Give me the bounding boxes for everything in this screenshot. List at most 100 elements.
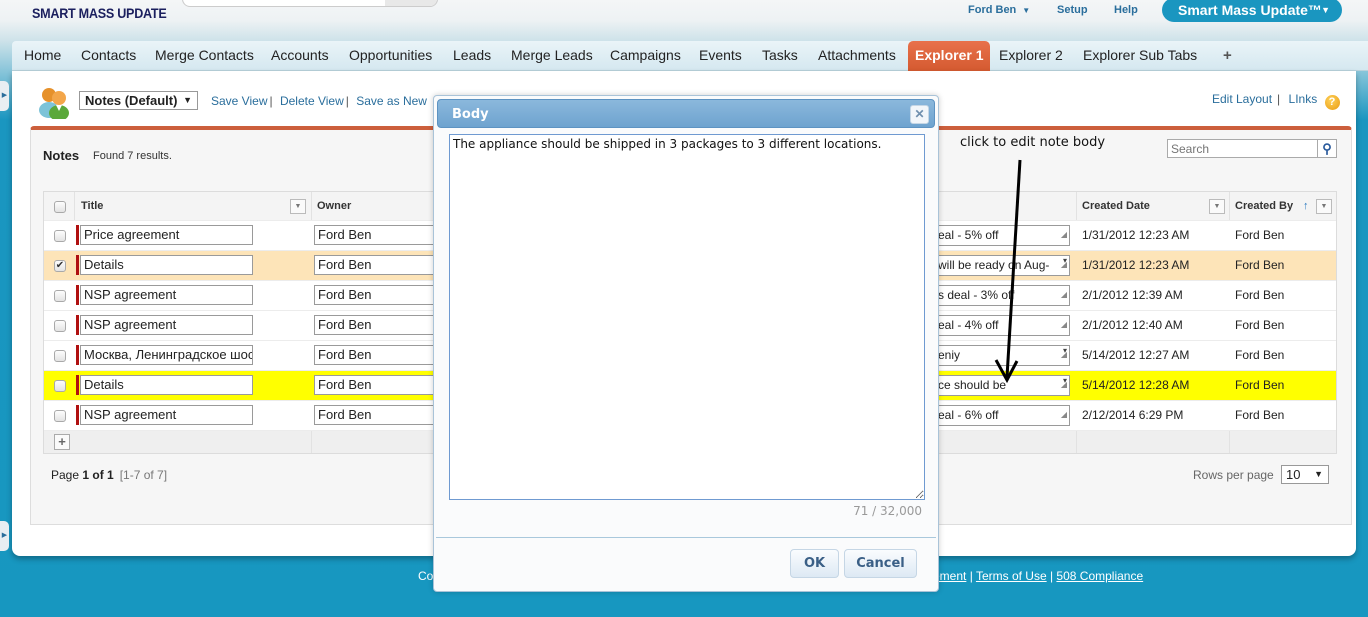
tab-leads[interactable]: Leads: [447, 41, 497, 71]
footer-link-terms[interactable]: Terms of Use: [976, 569, 1047, 583]
app-menu-button[interactable]: Smart Mass Update™ ▼: [1162, 0, 1342, 22]
sidebar-expand-handle[interactable]: ▶: [0, 81, 9, 111]
tab-attachments[interactable]: Attachments: [812, 41, 902, 71]
column-header-created-by[interactable]: Created By: [1235, 192, 1293, 221]
global-search-box[interactable]: [182, 0, 438, 7]
row-checkbox[interactable]: [54, 410, 66, 422]
body-textarea[interactable]: The appliance should be shipped in 3 pac…: [449, 134, 925, 500]
tab-explorer-1[interactable]: Explorer 1: [908, 41, 991, 71]
column-header-owner[interactable]: Owner: [317, 192, 351, 221]
tab-accounts[interactable]: Accounts: [265, 41, 335, 71]
title-field[interactable]: Details: [80, 255, 253, 275]
tab-explorer-2[interactable]: Explorer 2: [993, 41, 1069, 71]
chevron-right-icon: ▶: [1, 92, 8, 99]
tab-merge-leads[interactable]: Merge Leads: [505, 41, 599, 71]
links-link[interactable]: LInks: [1289, 92, 1318, 106]
body-field[interactable]: s deal - 3% off ◢: [938, 285, 1070, 306]
user-menu[interactable]: Ford Ben ▼: [968, 4, 1030, 16]
body-text: eal - 5% off: [938, 228, 999, 242]
title-field[interactable]: Details: [80, 375, 253, 395]
tab-explorer-sub-tabs[interactable]: Explorer Sub Tabs: [1077, 41, 1203, 71]
search-icon[interactable]: ⚲: [1317, 140, 1336, 157]
tab-tasks[interactable]: Tasks: [756, 41, 804, 71]
tab-merge-contacts[interactable]: Merge Contacts: [149, 41, 260, 71]
help-icon[interactable]: ?: [1324, 95, 1340, 110]
owner-field[interactable]: Ford Ben: [314, 255, 434, 275]
title-field[interactable]: NSP agreement: [80, 285, 253, 305]
row-checkbox[interactable]: [54, 290, 66, 302]
title-field[interactable]: Price agreement: [80, 225, 253, 245]
divider: [436, 537, 936, 538]
column-menu-icon[interactable]: ▼: [1316, 199, 1332, 214]
resize-grip-icon[interactable]: ◢: [1061, 346, 1067, 364]
close-icon[interactable]: ✕: [910, 105, 929, 124]
chevron-down-icon: ▼: [1022, 6, 1031, 15]
owner-field[interactable]: Ford Ben: [314, 315, 434, 335]
add-tab-button[interactable]: +: [1217, 41, 1238, 71]
edit-layout-link[interactable]: Edit Layout: [1212, 92, 1272, 106]
footer-text: Co: [418, 569, 434, 583]
column-header-created-date[interactable]: Created Date: [1082, 192, 1150, 221]
resize-grip-icon[interactable]: ◢: [1061, 256, 1067, 274]
select-all-checkbox[interactable]: [54, 201, 66, 213]
grid-search-input[interactable]: [1168, 140, 1318, 157]
owner-field[interactable]: Ford Ben: [314, 375, 434, 395]
view-selector[interactable]: Notes (Default) ▼: [79, 91, 198, 110]
body-field[interactable]: eal - 4% off ◢: [938, 315, 1070, 336]
layout-links: Edit Layout | LInks ?: [1212, 92, 1340, 110]
add-row-button[interactable]: +: [54, 434, 70, 450]
sort-ascending-icon[interactable]: ↑: [1303, 192, 1309, 221]
separator: |: [1277, 92, 1281, 106]
tab-campaigns[interactable]: Campaigns: [604, 41, 687, 71]
owner-field[interactable]: Ford Ben: [314, 345, 434, 365]
body-field[interactable]: will be ready on Aug- ▾ ◢: [938, 255, 1070, 276]
tab-opportunities[interactable]: Opportunities: [343, 41, 438, 71]
dialog-header[interactable]: Body ✕: [437, 99, 935, 128]
resize-grip-icon[interactable]: ◢: [1061, 376, 1067, 394]
rows-per-page-select[interactable]: 10 ▼: [1281, 465, 1329, 484]
ok-button[interactable]: OK: [790, 549, 839, 578]
footer-link-508[interactable]: 508 Compliance: [1056, 569, 1143, 583]
owner-field[interactable]: Ford Ben: [314, 225, 434, 245]
owner-field[interactable]: Ford Ben: [314, 285, 434, 305]
body-field[interactable]: eal - 5% off ◢: [938, 225, 1070, 246]
resize-grip-icon[interactable]: ◢: [1061, 316, 1067, 334]
tab-events[interactable]: Events: [693, 41, 748, 71]
column-header-title[interactable]: Title: [81, 192, 103, 221]
owner-field[interactable]: Ford Ben: [314, 405, 434, 425]
save-as-new-link[interactable]: Save as New: [356, 94, 427, 108]
row-checkbox[interactable]: [54, 350, 66, 362]
resize-grip-icon[interactable]: ◢: [1061, 406, 1067, 424]
rows-per-page-value: 10: [1286, 467, 1301, 482]
resize-grip-icon[interactable]: ◢: [1061, 226, 1067, 244]
sidebar-expand-handle-bottom[interactable]: ▶: [0, 521, 9, 551]
tab-contacts[interactable]: Contacts: [75, 41, 142, 71]
resize-grip-icon[interactable]: ◢: [1061, 286, 1067, 304]
global-search-button[interactable]: [385, 0, 437, 6]
row-checkbox[interactable]: [54, 230, 66, 242]
required-indicator: [76, 225, 79, 245]
body-field[interactable]: eal - 6% off ◢: [938, 405, 1070, 426]
save-view-link[interactable]: Save View: [211, 94, 267, 108]
cancel-button[interactable]: Cancel: [844, 549, 917, 578]
setup-link[interactable]: Setup: [1057, 4, 1088, 16]
help-link[interactable]: Help: [1114, 4, 1138, 16]
row-checkbox[interactable]: [54, 380, 66, 392]
created-by-cell: Ford Ben: [1235, 348, 1285, 362]
grid-search: ⚲: [1167, 139, 1337, 158]
title-field[interactable]: NSP agreement: [80, 405, 253, 425]
body-field[interactable]: eniy ▾ ◢: [938, 345, 1070, 366]
title-field[interactable]: NSP agreement: [80, 315, 253, 335]
app-logo: SMART MASS UPDATE: [32, 5, 167, 21]
created-date-cell: 5/14/2012 12:27 AM: [1082, 348, 1190, 362]
tab-home[interactable]: Home: [18, 41, 67, 71]
column-menu-icon[interactable]: ▼: [1209, 199, 1225, 214]
body-field[interactable]: ce should be ▾ ◢: [938, 375, 1070, 396]
column-menu-icon[interactable]: ▼: [290, 199, 306, 214]
delete-view-link[interactable]: Delete View: [280, 94, 344, 108]
tab-bar: Home Contacts Merge Contacts Accounts Op…: [12, 41, 1368, 71]
row-checkbox[interactable]: [54, 320, 66, 332]
row-checkbox-checked[interactable]: ✔: [54, 260, 66, 272]
title-field[interactable]: Москва, Ленинградское шоссе: [80, 345, 253, 365]
body-text: eal - 6% off: [938, 408, 999, 422]
